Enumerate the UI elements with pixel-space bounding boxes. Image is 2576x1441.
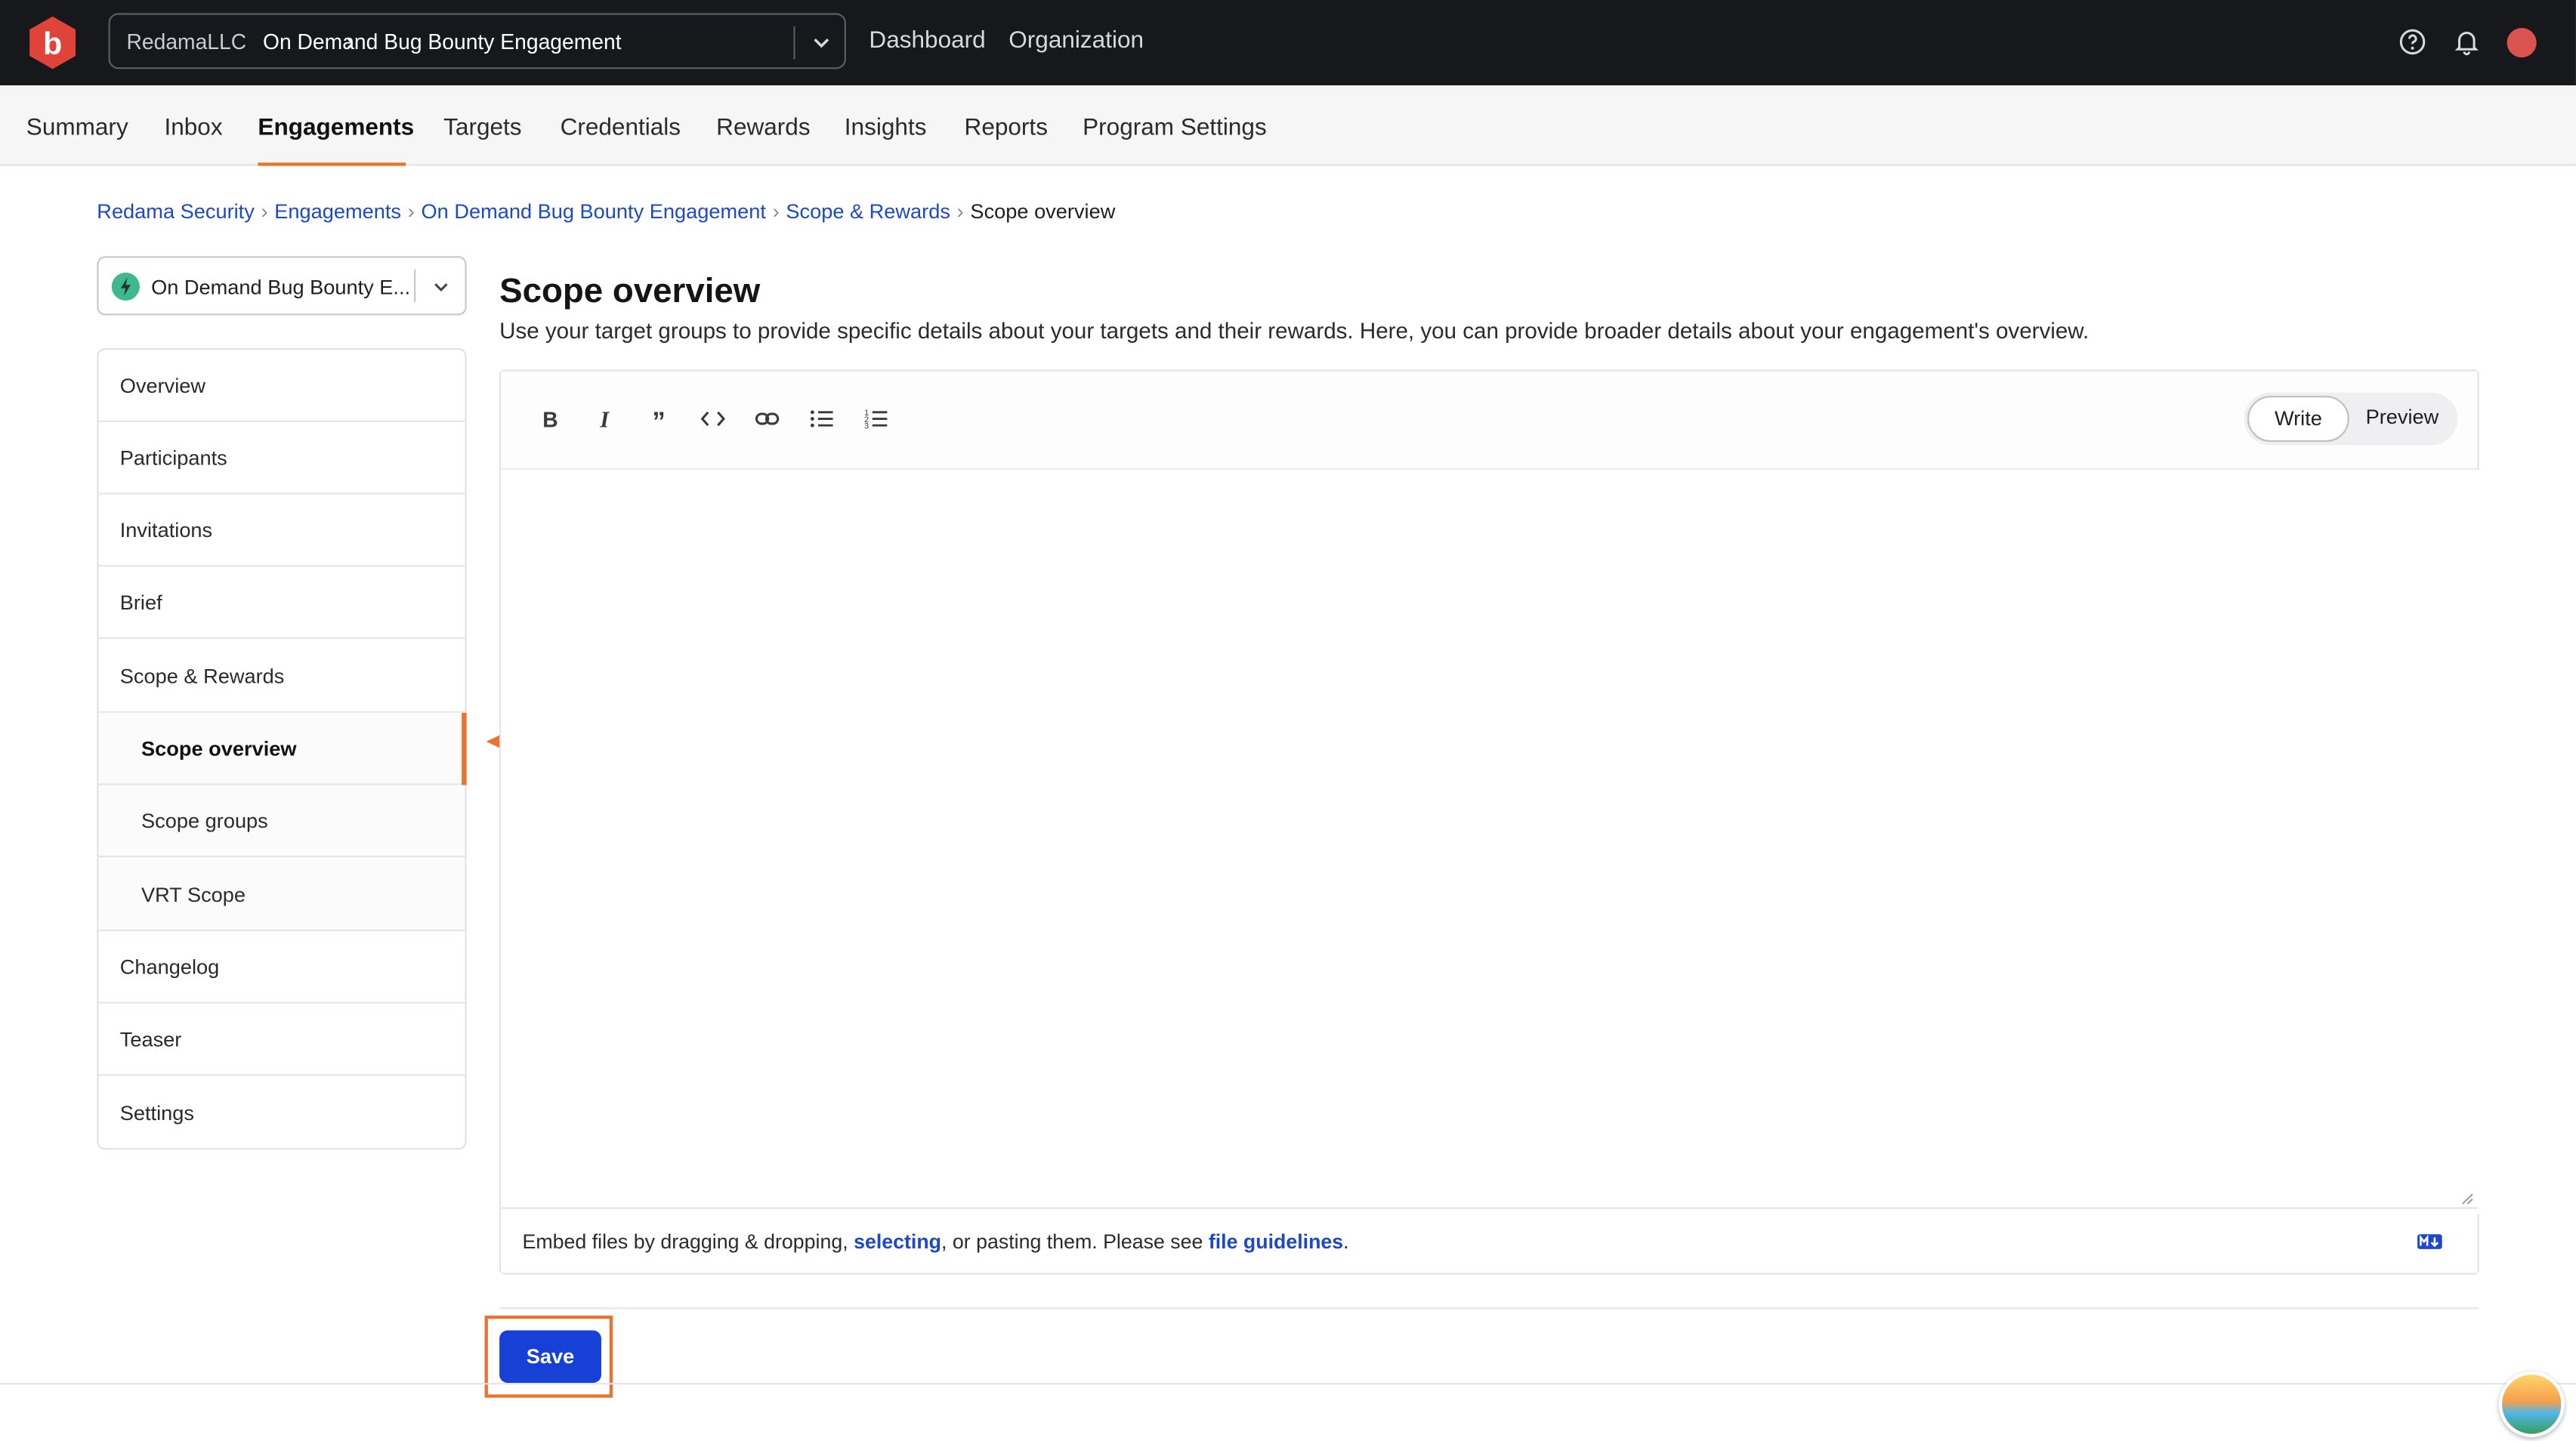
svg-text:3: 3 [864, 422, 869, 431]
bell-icon[interactable] [2453, 28, 2481, 56]
chevron-right-icon: › [956, 200, 964, 224]
file-embed-hint: Embed files by dragging & dropping, sele… [522, 1230, 1349, 1254]
chevron-right-icon: › [407, 200, 415, 224]
breadcrumb-redama-security[interactable]: Redama Security [97, 200, 254, 223]
help-icon[interactable] [2398, 28, 2426, 56]
svg-text:”: ” [652, 408, 665, 432]
divider [499, 1307, 2479, 1310]
engagement-selector[interactable]: On Demand Bug Bounty E... [97, 256, 467, 316]
sidenav-item-label: Settings [119, 1102, 194, 1125]
link-icon[interactable] [754, 406, 780, 432]
save-button[interactable]: Save [499, 1330, 601, 1384]
breadcrumb: Redama Security › Engagements › On Demand Bu… [97, 200, 1115, 223]
write-preview-toggle: Write Preview [2244, 392, 2458, 446]
sidenav-item-scope-overview[interactable]: Scope overview [98, 712, 465, 785]
svg-text:B: B [542, 407, 558, 431]
editor-footer: Embed files by dragging & dropping, sele… [501, 1207, 2478, 1273]
sidenav-item-scope-rewards[interactable]: Scope & Rewards [98, 640, 465, 713]
sidenav-item-settings[interactable]: Settings [98, 1078, 465, 1150]
tab-credentials[interactable]: Credentials [561, 115, 681, 141]
sidenav-item-label: Brief [119, 591, 162, 615]
svg-text:b: b [43, 26, 62, 61]
engagement-selector-label: On Demand Bug Bounty E... [151, 276, 411, 299]
sidenav-item-invitations[interactable]: Invitations [98, 495, 465, 567]
sidenav-item-changelog[interactable]: Changelog [98, 931, 465, 1004]
quote-icon[interactable]: ” [646, 406, 672, 432]
divider [0, 1383, 2576, 1385]
page-title: Scope overview [499, 273, 761, 311]
sidenav-item-participants[interactable]: Participants [98, 422, 465, 495]
sidenav-item-scope-groups[interactable]: Scope groups [98, 785, 465, 858]
editor-toolbar: B I ” 123 Write Preview [501, 371, 2478, 470]
engagement-name: On Demand Bug Bounty Engagement [262, 29, 622, 54]
sidenav-item-label: Changelog [119, 955, 220, 980]
nav-organization-link[interactable]: Organization [1008, 28, 1144, 54]
sidenav-item-label: Scope overview [141, 737, 297, 761]
sidenav-item-label: Overview [119, 374, 206, 398]
breadcrumb-current: Scope overview [970, 200, 1116, 224]
tab-targets[interactable]: Targets [443, 115, 521, 141]
preview-tab[interactable]: Preview [2366, 406, 2439, 428]
program-selector[interactable]: RedamaLLC › On Demand Bug Bounty Engagem… [108, 13, 846, 69]
resize-handle-icon[interactable] [2461, 1193, 2474, 1205]
file-guidelines-link[interactable]: file guidelines [1209, 1230, 1343, 1253]
chevron-down-icon[interactable] [431, 276, 452, 297]
page-description: Use your target groups to provide specif… [499, 318, 2090, 344]
sidenav-item-teaser[interactable]: Teaser [98, 1004, 465, 1076]
breadcrumb-engagement[interactable]: On Demand Bug Bounty Engagement [422, 200, 766, 223]
program-tabbar: Summary Inbox Engagements Targets Creden… [0, 85, 2576, 166]
active-tab-indicator [258, 162, 406, 166]
breadcrumb-engagements[interactable]: Engagements [274, 200, 401, 223]
sidenav-item-label: Participants [119, 446, 227, 470]
top-navbar: b RedamaLLC › On Demand Bug Bounty Engag… [0, 0, 2576, 86]
user-avatar[interactable] [2507, 27, 2537, 58]
sidenav-item-overview[interactable]: Overview [98, 350, 465, 422]
sidenav-item-label: Scope & Rewards [119, 665, 285, 689]
tab-inbox[interactable]: Inbox [164, 115, 222, 141]
tab-summary[interactable]: Summary [26, 115, 128, 141]
write-tab[interactable]: Write [2247, 396, 2349, 442]
code-icon[interactable] [700, 406, 726, 432]
selecting-link[interactable]: selecting [854, 1230, 941, 1253]
lightning-icon [111, 273, 140, 301]
bold-icon[interactable]: B [537, 406, 564, 432]
sidenav-item-label: Invitations [119, 519, 213, 542]
italic-icon[interactable]: I [591, 406, 618, 432]
numbered-list-icon[interactable]: 123 [863, 406, 889, 432]
sidenav-item-label: Scope groups [141, 810, 268, 833]
active-nav-indicator [462, 712, 467, 785]
sidenav-item-brief[interactable]: Brief [98, 566, 465, 639]
tab-insights[interactable]: Insights [845, 115, 927, 141]
tab-program-settings[interactable]: Program Settings [1083, 115, 1267, 141]
tab-rewards[interactable]: Rewards [716, 115, 810, 141]
sidenav-item-vrt-scope[interactable]: VRT Scope [98, 859, 465, 932]
help-chat-bubble-icon[interactable] [2498, 1371, 2565, 1437]
markdown-icon[interactable] [2417, 1233, 2443, 1250]
chevron-down-icon[interactable] [810, 31, 832, 54]
chevron-right-icon: › [261, 200, 268, 224]
sidenav-item-label: Teaser [119, 1028, 182, 1051]
bulleted-list-icon[interactable] [808, 406, 835, 432]
engagement-sidenav: Overview Participants Invitations Brief … [97, 348, 467, 1150]
org-name: RedamaLLC [126, 29, 247, 54]
bugcrowd-logo-icon[interactable]: b [25, 15, 81, 71]
chevron-right-icon: › [772, 200, 780, 224]
tab-reports[interactable]: Reports [965, 115, 1048, 141]
svg-text:I: I [599, 406, 610, 432]
markdown-editor: B I ” 123 Write Preview Embed files by d… [499, 369, 2485, 1275]
sidenav-item-label: VRT Scope [141, 883, 246, 907]
scope-overview-textarea[interactable] [501, 469, 2485, 1214]
nav-dashboard-link[interactable]: Dashboard [869, 28, 985, 54]
breadcrumb-scope-rewards[interactable]: Scope & Rewards [786, 200, 950, 223]
tab-engagements[interactable]: Engagements [258, 115, 414, 141]
